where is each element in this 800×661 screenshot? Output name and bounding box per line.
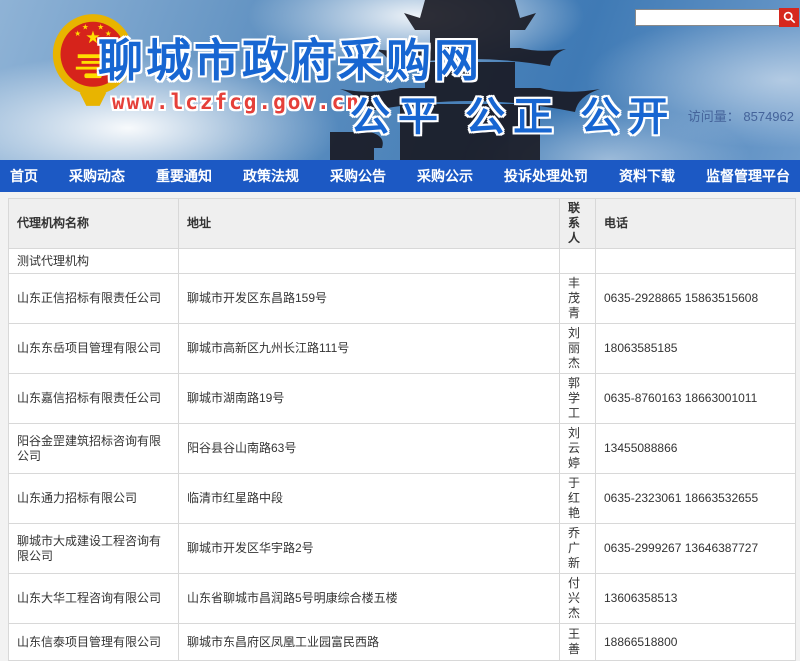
nav-item-supervision-platform[interactable]: 监督管理平台 <box>706 166 790 186</box>
agency-contact: 刘云婷 <box>560 424 596 474</box>
agency-phone: 13606358513 <box>596 574 796 624</box>
agency-phone: 0635-2999267 13646387727 <box>596 524 796 574</box>
table-row: 山东信泰项目管理有限公司 聊城市东昌府区凤凰工业园富民西路 王善 1886651… <box>9 624 796 661</box>
agency-phone: 18866518800 <box>596 624 796 661</box>
agency-phone: 13455088866 <box>596 424 796 474</box>
agency-contact: 丰茂青 <box>560 274 596 324</box>
agency-contact: 乔广新 <box>560 524 596 574</box>
agency-contact: 刘丽杰 <box>560 324 596 374</box>
agency-phone <box>596 249 796 274</box>
visit-counter-label: 访问量： <box>688 109 740 124</box>
agency-phone: 0635-8760163 18663001011 <box>596 374 796 424</box>
table-row: 测试代理机构 <box>9 249 796 274</box>
agency-name: 山东大华工程咨询有限公司 <box>9 574 179 624</box>
visit-counter-value: 8574962 <box>743 109 794 124</box>
agency-name: 山东嘉信招标有限责任公司 <box>9 374 179 424</box>
agency-contact: 于红艳 <box>560 474 596 524</box>
agency-address: 聊城市东昌府区凤凰工业园富民西路 <box>179 624 560 661</box>
agency-phone: 0635-2323061 18663532655 <box>596 474 796 524</box>
table-row: 山东大华工程咨询有限公司 山东省聊城市昌润路5号明康综合楼五楼 付兴杰 1360… <box>9 574 796 624</box>
agency-address: 山东省聊城市昌润路5号明康综合楼五楼 <box>179 574 560 624</box>
nav-item-procurement-news[interactable]: 采购动态 <box>69 166 125 186</box>
agency-address <box>179 249 560 274</box>
agency-table: 代理机构名称 地址 联系人 电话 测试代理机构 山东正信招标有限责任公司 聊城市… <box>8 198 796 661</box>
site-title: 聊城市政府采购网 <box>98 24 482 89</box>
svg-text:★: ★ <box>82 22 89 31</box>
nav-item-complaints[interactable]: 投诉处理处罚 <box>504 166 588 186</box>
table-header-row: 代理机构名称 地址 联系人 电话 <box>9 199 796 249</box>
nav-item-home[interactable]: 首页 <box>10 166 38 186</box>
column-header-agency-name: 代理机构名称 <box>9 199 179 249</box>
agency-name: 聊城市大成建设工程咨询有限公司 <box>9 524 179 574</box>
table-row: 山东通力招标有限公司 临清市红星路中段 于红艳 0635-2323061 186… <box>9 474 796 524</box>
table-row: 聊城市大成建设工程咨询有限公司 聊城市开发区华宇路2号 乔广新 0635-299… <box>9 524 796 574</box>
nav-item-important-notices[interactable]: 重要通知 <box>156 166 212 186</box>
agency-address: 聊城市高新区九州长江路111号 <box>179 324 560 374</box>
column-header-address: 地址 <box>179 199 560 249</box>
agency-address: 聊城市开发区华宇路2号 <box>179 524 560 574</box>
agency-name: 阳谷金罡建筑招标咨询有限公司 <box>9 424 179 474</box>
main-content: 代理机构名称 地址 联系人 电话 测试代理机构 山东正信招标有限责任公司 聊城市… <box>0 192 800 661</box>
agency-name: 山东信泰项目管理有限公司 <box>9 624 179 661</box>
site-url: www.lczfcg.gov.cn <box>112 90 361 114</box>
agency-address: 聊城市开发区东昌路159号 <box>179 274 560 324</box>
nav-item-procurement-announcements[interactable]: 采购公告 <box>330 166 386 186</box>
search-icon <box>783 11 796 24</box>
agency-address: 阳谷县谷山南路63号 <box>179 424 560 474</box>
search-input[interactable] <box>635 9 783 26</box>
agency-name: 山东东岳项目管理有限公司 <box>9 324 179 374</box>
table-row: 阳谷金罡建筑招标咨询有限公司 阳谷县谷山南路63号 刘云婷 1345508886… <box>9 424 796 474</box>
table-row: 山东东岳项目管理有限公司 聊城市高新区九州长江路111号 刘丽杰 1806358… <box>9 324 796 374</box>
nav-item-policies[interactable]: 政策法规 <box>243 166 299 186</box>
site-banner: ★ ★ ★ ★ ★ 聊城市政府采购网 www.lczfcg.gov.cn 公平 … <box>0 0 800 160</box>
agency-phone: 0635-2928865 15863515608 <box>596 274 796 324</box>
agency-name: 山东正信招标有限责任公司 <box>9 274 179 324</box>
nav-item-downloads[interactable]: 资料下载 <box>619 166 675 186</box>
site-slogan: 公平 公正 公开 <box>350 84 676 142</box>
agency-phone: 18063585185 <box>596 324 796 374</box>
nav-item-procurement-publicity[interactable]: 采购公示 <box>417 166 473 186</box>
agency-name: 测试代理机构 <box>9 249 179 274</box>
table-row: 山东嘉信招标有限责任公司 聊城市湖南路19号 郭学工 0635-8760163 … <box>9 374 796 424</box>
agency-address: 聊城市湖南路19号 <box>179 374 560 424</box>
main-navbar: 首页 采购动态 重要通知 政策法规 采购公告 采购公示 投诉处理处罚 资料下载 … <box>0 160 800 192</box>
visit-counter: 访问量： 8574962 <box>688 106 794 125</box>
agency-contact <box>560 249 596 274</box>
column-header-phone: 电话 <box>596 199 796 249</box>
column-header-contact: 联系人 <box>560 199 596 249</box>
table-row: 山东正信招标有限责任公司 聊城市开发区东昌路159号 丰茂青 0635-2928… <box>9 274 796 324</box>
agency-contact: 付兴杰 <box>560 574 596 624</box>
agency-contact: 郭学工 <box>560 374 596 424</box>
agency-name: 山东通力招标有限公司 <box>9 474 179 524</box>
agency-address: 临清市红星路中段 <box>179 474 560 524</box>
search-button[interactable] <box>779 8 799 27</box>
agency-contact: 王善 <box>560 624 596 661</box>
svg-text:★: ★ <box>74 29 81 38</box>
